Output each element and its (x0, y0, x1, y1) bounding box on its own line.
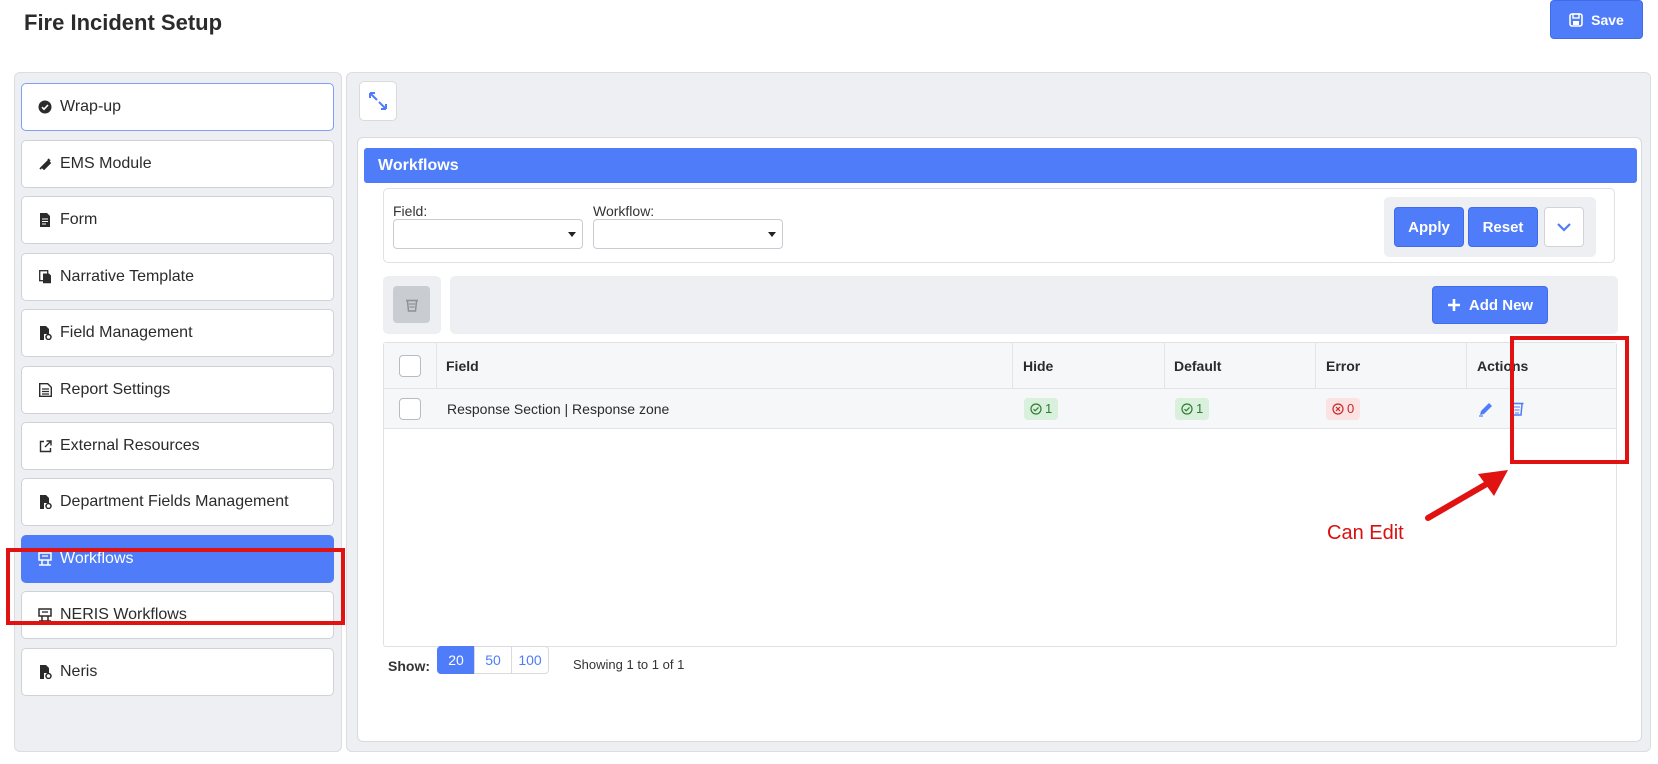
sidebar-item-field-management[interactable]: Field Management (21, 309, 334, 357)
sidebar-item-narrative-template[interactable]: Narrative Template (21, 253, 334, 301)
sidebar-item-label: Wrap-up (60, 98, 122, 115)
select-all-cell (399, 343, 421, 388)
caret-down-icon (768, 232, 776, 237)
sidebar-item-wrap-up[interactable]: Wrap-up (21, 83, 334, 131)
row-field: Response Section | Response zone (447, 400, 670, 417)
row-error-cell: 0 (1326, 389, 1361, 428)
panel-title: Workflows (364, 148, 1637, 183)
column-header-hide[interactable]: Hide (1023, 343, 1053, 388)
document-gear-icon (38, 495, 52, 509)
actions-highlight-box (1510, 336, 1629, 464)
expand-icon (369, 92, 387, 110)
sidebar-item-neris[interactable]: Neris (21, 648, 334, 696)
pagination-summary: Showing 1 to 1 of 1 (573, 657, 685, 672)
hide-count: 1 (1045, 401, 1053, 416)
add-new-label: Add New (1468, 296, 1534, 314)
row-hide-cell: 1 (1024, 389, 1059, 428)
column-header-error[interactable]: Error (1326, 343, 1360, 388)
row-checkbox[interactable] (399, 397, 421, 420)
sidebar-item-label: Report Settings (60, 381, 171, 398)
sidebar-item-label: Neris (60, 663, 98, 680)
document-icon (38, 213, 52, 227)
external-link-icon (38, 439, 52, 453)
document-gear-icon (38, 326, 52, 340)
table-header: Field Hide Default Error Actions (384, 343, 1616, 389)
report-icon (38, 383, 52, 397)
sidebar-item-label: Form (60, 211, 98, 228)
bulk-delete-button[interactable] (393, 286, 430, 323)
filter-toggle-button[interactable] (1544, 207, 1584, 247)
sidebar-item-external-resources[interactable]: External Resources (21, 422, 334, 470)
default-count: 1 (1196, 401, 1204, 416)
error-count: 0 (1347, 401, 1355, 416)
sidebar-item-label: EMS Module (60, 155, 152, 172)
chevron-down-icon (1557, 223, 1571, 232)
annotation-text: Can Edit (1327, 522, 1404, 544)
apply-button[interactable]: Apply (1394, 207, 1464, 247)
hide-badge: 1 (1024, 397, 1059, 420)
sidebar-item-label: Department Fields Management (60, 493, 289, 510)
page-size-label: Show: (388, 658, 430, 674)
document-gear-icon (38, 665, 52, 679)
main-content: Workflows Field: Workflow: Apply Reset A… (346, 72, 1651, 752)
save-label: Save (1591, 11, 1624, 28)
workflows-panel: Workflows Field: Workflow: Apply Reset A… (357, 137, 1642, 742)
annotation-arrow (1425, 470, 1508, 521)
row-select-cell (399, 389, 421, 428)
syringe-icon (38, 157, 52, 171)
field-filter-label: Field: (393, 203, 428, 219)
workflow-select[interactable] (593, 219, 783, 249)
sidebar-item-ems-module[interactable]: EMS Module (21, 140, 334, 188)
page-size-100[interactable]: 100 (511, 646, 549, 674)
page-size-50[interactable]: 50 (474, 646, 512, 674)
workflows-highlight-box (6, 548, 345, 625)
error-badge: 0 (1326, 397, 1361, 420)
bulk-actions (383, 276, 441, 334)
reset-button[interactable]: Reset (1468, 207, 1538, 247)
sidebar: Wrap-up EMS Module Form Narrative Templa… (14, 72, 342, 752)
sidebar-item-label: Field Management (60, 324, 193, 341)
select-all-checkbox[interactable] (399, 354, 421, 377)
trash-icon (405, 299, 418, 312)
plus-icon (1447, 299, 1460, 311)
row-default-cell: 1 (1175, 389, 1210, 428)
save-icon (1569, 12, 1583, 27)
page-size-20[interactable]: 20 (437, 646, 475, 674)
sidebar-item-label: External Resources (60, 437, 200, 454)
column-header-field[interactable]: Field (446, 343, 479, 388)
expand-button[interactable] (359, 81, 397, 121)
column-header-default[interactable]: Default (1174, 343, 1221, 388)
filter-bar: Field: Workflow: Apply Reset (383, 188, 1615, 263)
check-circle-icon (1030, 402, 1042, 415)
table-toolbar: Add New (450, 276, 1618, 334)
check-circle-icon (38, 100, 52, 114)
sidebar-item-department-fields-management[interactable]: Department Fields Management (21, 478, 334, 526)
page-title: Fire Incident Setup (24, 10, 223, 35)
add-new-button[interactable]: Add New (1432, 286, 1548, 324)
caret-down-icon (568, 232, 576, 237)
sidebar-item-label: Narrative Template (60, 268, 194, 285)
copy-document-icon (38, 270, 52, 284)
edit-icon[interactable] (1477, 400, 1495, 418)
check-circle-icon (1181, 402, 1193, 415)
workflow-filter-label: Workflow: (593, 203, 655, 219)
sidebar-item-report-settings[interactable]: Report Settings (21, 366, 334, 414)
field-select[interactable] (393, 219, 583, 249)
filter-actions: Apply Reset (1384, 197, 1596, 257)
sidebar-item-form[interactable]: Form (21, 196, 334, 244)
table-row: Response Section | Response zone 1 1 0 (384, 389, 1616, 429)
x-circle-icon (1332, 402, 1344, 415)
save-button[interactable]: Save (1550, 0, 1643, 39)
default-badge: 1 (1175, 397, 1210, 420)
